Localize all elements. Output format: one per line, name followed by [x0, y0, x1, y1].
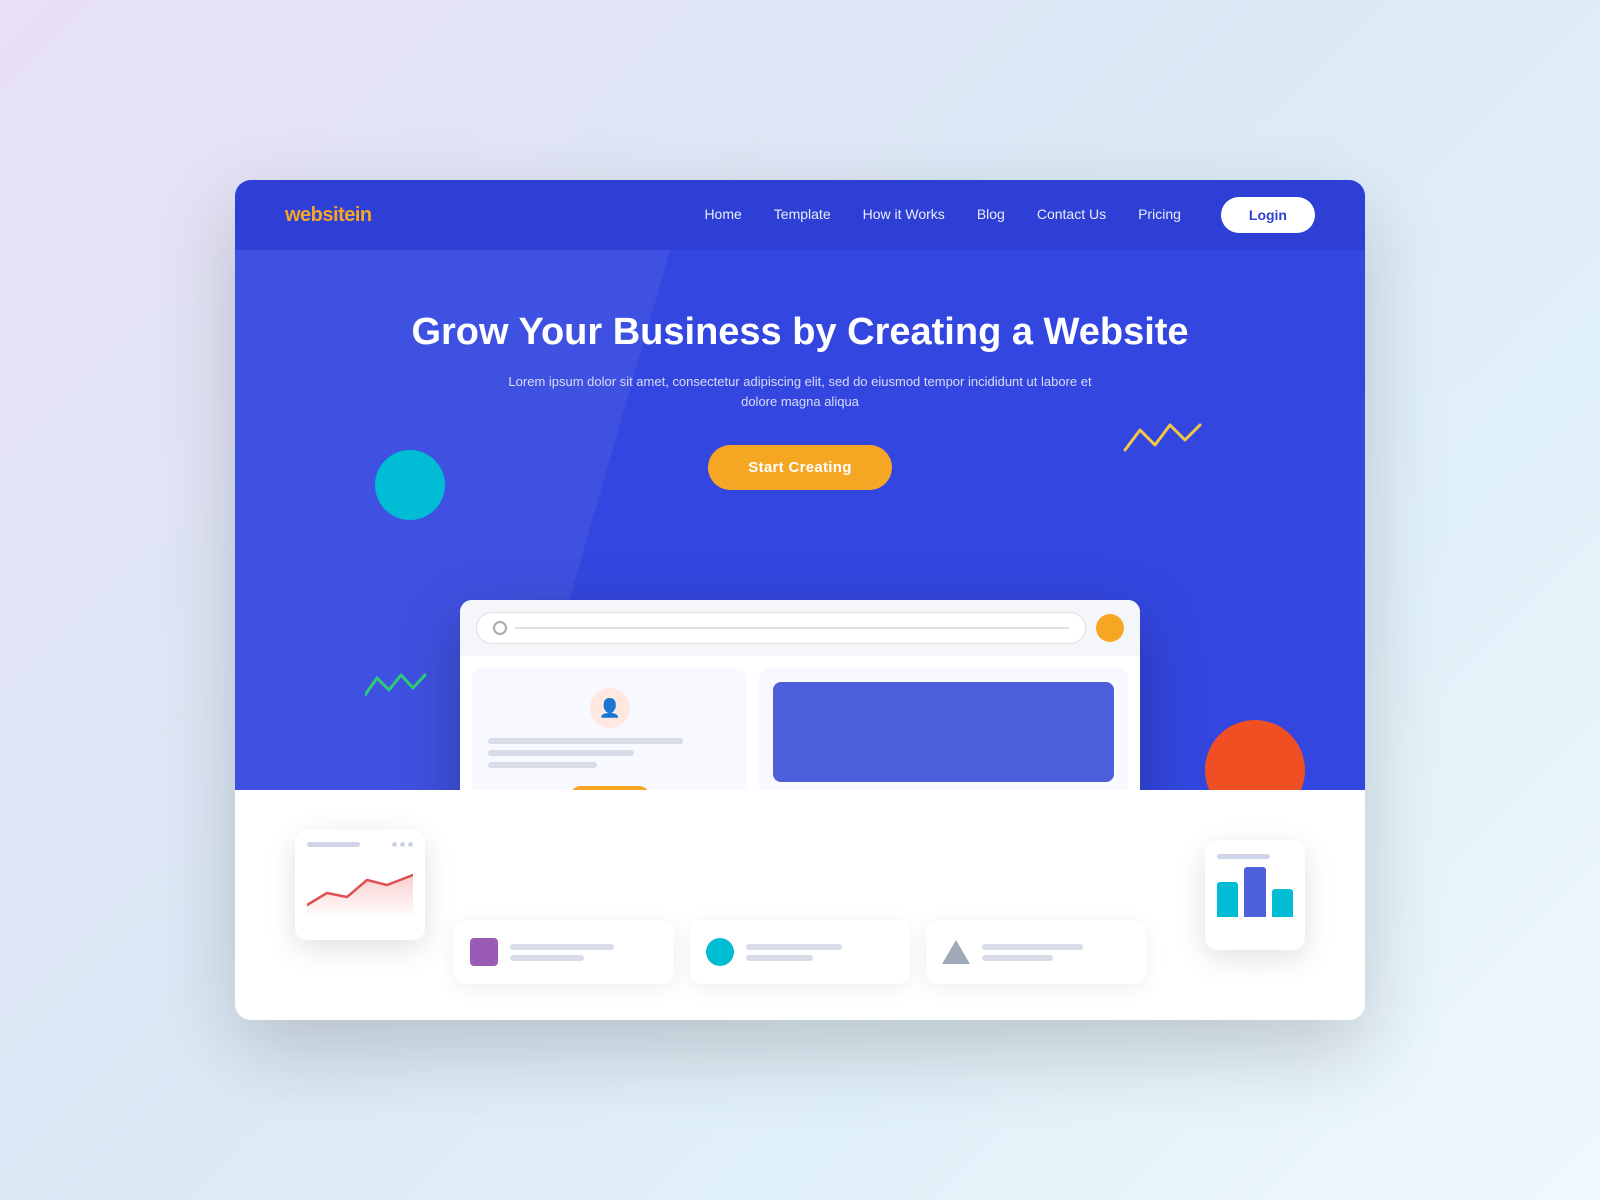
navbar: websitein Home Template How it Works Blo…	[235, 180, 1365, 250]
nav-item-pricing[interactable]: Pricing	[1138, 206, 1181, 224]
logo-text-main: website	[285, 204, 355, 226]
profile-card-lines	[488, 738, 731, 768]
logo: websitein	[285, 204, 372, 227]
profile-card: 👤	[472, 668, 747, 790]
bottom-line-1-2	[510, 955, 584, 961]
bottom-line-3-2	[982, 955, 1053, 961]
teal-circle-icon	[706, 938, 734, 966]
nav-item-template[interactable]: Template	[774, 206, 831, 224]
login-button[interactable]: Login	[1221, 197, 1315, 233]
triangle-icon	[942, 940, 970, 964]
browser-content: 👤	[460, 656, 1140, 790]
card-line-1	[488, 738, 683, 744]
cta-button[interactable]: Start Creating	[708, 445, 891, 490]
triangle-icon-wrapper	[942, 938, 970, 966]
hero-section: Grow Your Business by Creating a Website…	[235, 250, 1365, 790]
search-placeholder-line	[515, 627, 1069, 629]
browser-search-bar	[476, 612, 1086, 644]
hero-subtitle: Lorem ipsum dolor sit amet, consectetur …	[500, 372, 1100, 414]
search-icon	[493, 621, 507, 635]
card-line-3	[488, 762, 597, 768]
bottom-line-1-1	[510, 944, 614, 950]
line-chart-svg	[307, 855, 413, 915]
bottom-line-2-2	[746, 955, 813, 961]
chart-card	[295, 830, 425, 940]
analytics-card	[1205, 840, 1305, 950]
orange-circle-decoration	[1205, 720, 1305, 790]
nav-item-contact[interactable]: Contact Us	[1037, 206, 1106, 224]
bottom-card-2	[690, 920, 910, 984]
bottom-section	[235, 790, 1365, 1020]
nav-item-blog[interactable]: Blog	[977, 206, 1005, 224]
zigzag-green-decoration	[365, 670, 435, 710]
bottom-card-2-lines	[746, 944, 894, 961]
browser-window: websitein Home Template How it Works Blo…	[235, 180, 1365, 1020]
card-action-button	[570, 786, 650, 790]
content-image-placeholder	[773, 682, 1114, 782]
bar-3	[1272, 889, 1293, 917]
chart-header	[307, 842, 413, 847]
analytics-title-line	[1217, 854, 1270, 859]
bar-2	[1244, 867, 1265, 917]
card-line-2	[488, 750, 634, 756]
bottom-card-1-lines	[510, 944, 658, 961]
bottom-line-3-1	[982, 944, 1083, 950]
bottom-card-3	[926, 920, 1146, 984]
bottom-card-3-lines	[982, 944, 1130, 961]
logo-text-accent: in	[355, 204, 372, 226]
purple-square-icon	[470, 938, 498, 966]
nav-links: Home Template How it Works Blog Contact …	[704, 206, 1180, 224]
hero-title: Grow Your Business by Creating a Website	[285, 310, 1315, 356]
browser-accent-dot	[1096, 614, 1124, 642]
content-card	[759, 668, 1128, 790]
nav-item-home[interactable]: Home	[704, 206, 741, 224]
chart-title-line	[307, 842, 360, 847]
hero-text: Grow Your Business by Creating a Website…	[285, 310, 1315, 490]
bottom-line-2-1	[746, 944, 842, 950]
browser-mockup-container: 👤	[460, 600, 1140, 790]
chart-dots	[392, 842, 413, 847]
nav-item-how-it-works[interactable]: How it Works	[863, 206, 945, 224]
bar-chart	[1217, 867, 1293, 917]
bottom-card-1	[454, 920, 674, 984]
browser-bar	[460, 600, 1140, 656]
avatar-icon: 👤	[590, 688, 630, 728]
browser-mockup: 👤	[460, 600, 1140, 790]
bar-1	[1217, 882, 1238, 917]
